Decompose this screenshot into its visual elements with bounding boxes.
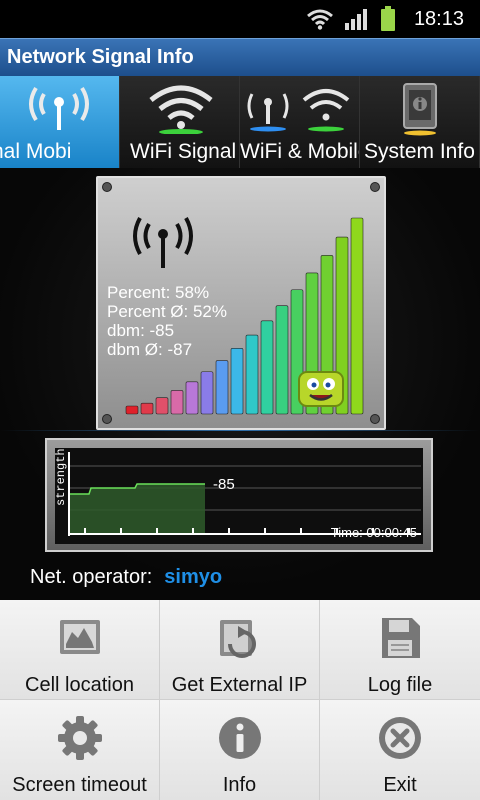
signal-bar — [215, 360, 229, 415]
status-bar: 18:13 — [0, 0, 480, 38]
android-mascot-icon — [298, 371, 344, 407]
battery-icon — [380, 6, 395, 31]
cell-location-button[interactable]: Cell location — [0, 600, 160, 700]
operator-label: Net. operator: — [30, 566, 153, 588]
signal-bar — [125, 405, 139, 415]
exit-button[interactable]: Exit — [320, 700, 480, 800]
tab-system-info[interactable]: System Info — [360, 76, 480, 168]
menu-label: Info — [222, 774, 257, 796]
wifi-icon — [306, 9, 333, 30]
chart-area: strength -85 Time: 00:00:45 — [54, 448, 423, 544]
signal-bar — [230, 348, 244, 415]
signal-bar — [170, 390, 184, 415]
info-icon — [219, 717, 261, 759]
signal-history-chart: strength -85 Time: 00:00:45 — [45, 438, 433, 552]
signal-bar — [260, 320, 274, 415]
menu-label: Screen timeout — [12, 774, 147, 796]
tab-bar: nal Mobi WiFi Signal WiFi & Mobile — [0, 76, 480, 168]
menu-label: Log file — [367, 674, 433, 696]
net-operator: Net. operator: simyo — [30, 566, 222, 589]
chart-ylabel: strength — [54, 448, 68, 506]
tab-label: WiFi & Mobile — [240, 140, 360, 163]
wifi-mobile-icon — [247, 89, 350, 132]
tab-wifi-signal[interactable]: WiFi Signal — [120, 76, 240, 168]
gear-icon — [58, 716, 102, 760]
log-file-button[interactable]: Log file — [320, 600, 480, 700]
phone-info-icon — [403, 83, 437, 136]
menu-label: Cell location — [25, 674, 134, 696]
screen-timeout-button[interactable]: Screen timeout — [0, 700, 160, 800]
operator-value: simyo — [164, 566, 223, 588]
signal-icon — [344, 9, 367, 30]
refresh-window-icon — [220, 620, 256, 658]
menu-label: Exit — [383, 774, 417, 796]
signal-bar — [275, 305, 289, 415]
signal-bar — [200, 371, 214, 415]
menu-label: Get External IP — [171, 674, 308, 696]
clock: 18:13 — [413, 7, 464, 30]
signal-bar — [350, 217, 364, 415]
save-disk-icon — [382, 618, 420, 658]
elapsed-time: Time: 00:00:45 — [330, 525, 417, 540]
signal-bar — [155, 397, 169, 415]
tab-wifi-mobile[interactable]: WiFi & Mobile — [240, 76, 360, 168]
app-title-bar: Network Signal Info — [0, 38, 480, 76]
wifi-icon — [149, 85, 213, 134]
signal-bar — [245, 334, 259, 415]
tab-mobile-signal[interactable]: nal Mobi — [0, 76, 120, 168]
signal-bar — [140, 402, 154, 415]
options-menu: Cell location Get External IP Log file S… — [0, 600, 480, 800]
tab-label: WiFi Signal — [130, 140, 237, 163]
map-icon — [60, 620, 100, 654]
cell-tower-icon — [29, 86, 89, 130]
get-external-ip-button[interactable]: Get External IP — [160, 600, 320, 700]
current-dbm-label: -85 — [213, 476, 235, 493]
signal-bar — [185, 381, 199, 415]
info-button[interactable]: Info — [160, 700, 320, 800]
close-circle-icon — [379, 717, 421, 759]
tab-label: System Info — [364, 140, 475, 163]
signal-meter-panel: Percent: 58% Percent Ø: 52% dbm: -85 dbm… — [96, 176, 386, 430]
app-title: Network Signal Info — [7, 46, 194, 68]
divider — [0, 430, 480, 431]
tab-label: nal Mobi — [0, 140, 72, 163]
